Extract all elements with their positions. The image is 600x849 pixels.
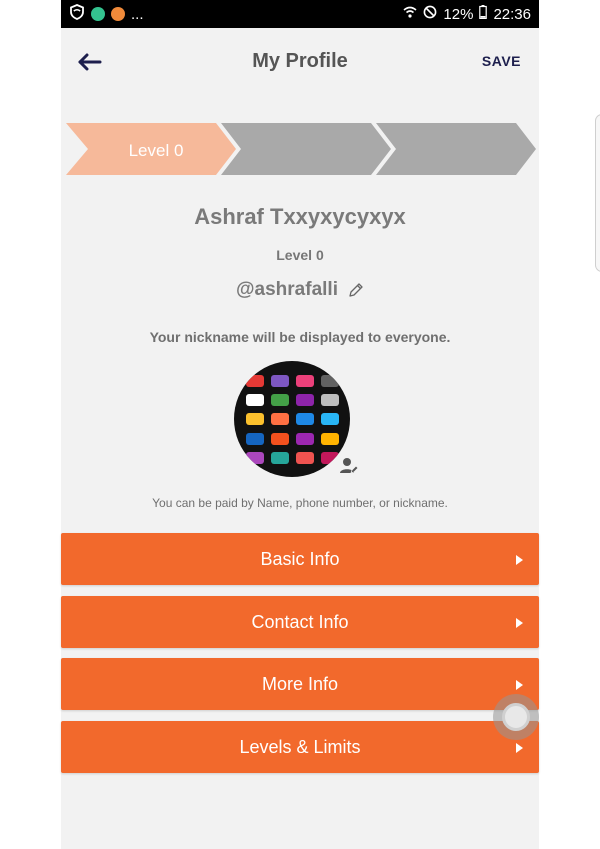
user-handle: @ashrafalli	[236, 279, 338, 300]
menu-button-label: Levels & Limits	[239, 736, 361, 757]
caret-right-icon	[516, 555, 523, 565]
user-edit-icon	[340, 458, 359, 474]
more-notifications: ...	[131, 5, 144, 23]
do-not-disturb-icon	[423, 5, 437, 23]
avatar-app-grid-image	[246, 375, 340, 465]
app-header: My Profile SAVE	[61, 28, 539, 98]
level-chevron-label: Level 0	[129, 141, 184, 160]
change-avatar-button[interactable]	[338, 455, 360, 477]
more-info-button[interactable]: More Info	[61, 658, 539, 710]
menu-button-label: More Info	[261, 673, 339, 694]
floating-assistive-button[interactable]	[493, 694, 539, 740]
assistive-touch-icon	[502, 703, 530, 731]
handle-row: @ashrafalli	[61, 279, 539, 301]
battery-icon	[479, 5, 488, 23]
pencil-icon	[349, 283, 363, 297]
profile-screen: My Profile SAVE Level 0 Ashraf Txxyxycyx…	[61, 28, 600, 849]
edge-panel-handle[interactable]	[595, 114, 600, 272]
shield-icon	[69, 4, 85, 24]
cpu-notification-icon	[111, 7, 125, 21]
caret-right-icon	[516, 680, 523, 690]
level-chevron-3	[376, 123, 536, 175]
basic-info-button[interactable]: Basic Info	[61, 533, 539, 585]
menu-button-label: Basic Info	[260, 548, 340, 569]
level-progress: Level 0	[66, 123, 536, 175]
edit-handle-button[interactable]	[348, 282, 364, 298]
user-level: Level 0	[276, 247, 324, 263]
payment-note: You can be paid by Name, phone number, o…	[152, 496, 448, 510]
wifi-icon	[403, 5, 417, 23]
avatar-container[interactable]	[234, 361, 359, 479]
nickname-note: Your nickname will be displayed to every…	[149, 329, 451, 345]
status-left: ...	[69, 4, 144, 24]
status-bar: ... 12% 22:36	[61, 0, 539, 28]
avatar	[234, 361, 350, 477]
status-right: 12% 22:36	[403, 5, 531, 23]
caret-right-icon	[516, 618, 523, 628]
clock: 22:36	[493, 5, 531, 23]
save-button[interactable]: SAVE	[482, 53, 521, 69]
level-chevron-2	[221, 123, 391, 175]
levels-limits-button[interactable]: Levels & Limits	[61, 721, 539, 773]
battery-percent: 12%	[443, 5, 474, 23]
caret-right-icon	[516, 743, 523, 753]
user-name: Ashraf Txxyxycyxyx	[194, 204, 406, 229]
app-notification-icon	[91, 7, 105, 21]
contact-info-button[interactable]: Contact Info	[61, 596, 539, 648]
page-title: My Profile	[252, 50, 348, 72]
menu-button-label: Contact Info	[251, 611, 349, 632]
